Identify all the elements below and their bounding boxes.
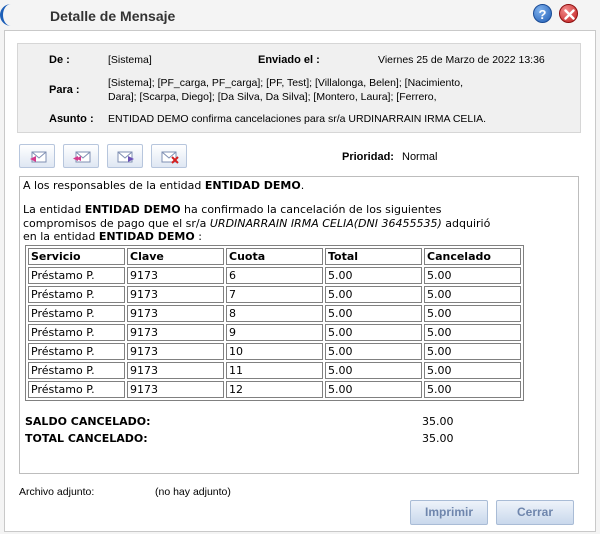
sent-label: Enviado el : [258, 54, 320, 66]
cell-cancelado: 5.00 [424, 343, 521, 360]
cell-cuota: 12 [226, 381, 323, 398]
table-row: Préstamo P. 9173 8 5.00 5.00 [28, 305, 521, 322]
cell-cuota: 11 [226, 362, 323, 379]
to-line-2: Dara]; [Scarpa, Diego]; [Da Silva, Da Si… [108, 91, 437, 103]
subject-label: Asunto : [49, 113, 94, 125]
cell-servicio: Préstamo P. [28, 267, 125, 284]
cell-clave: 9173 [127, 305, 224, 322]
cell-total: 5.00 [325, 362, 422, 379]
entity-name: ENTIDAD DEMO [84, 203, 181, 216]
cell-total: 5.00 [325, 381, 422, 398]
cell-cancelado: 5.00 [424, 362, 521, 379]
text-segment: . [300, 179, 305, 192]
reply-all-icon [73, 151, 91, 163]
priority-label: Prioridad: [342, 151, 394, 163]
entity-name: ENTIDAD DEMO [98, 230, 195, 243]
window-title: Detalle de Mensaje [50, 8, 176, 24]
cell-servicio: Préstamo P. [28, 305, 125, 322]
cell-cancelado: 5.00 [424, 267, 521, 284]
text-segment: compromisos de pago que el sr/a [23, 217, 210, 230]
entity-name: ENTIDAD DEMO [204, 179, 301, 192]
attachment-value: (no hay adjunto) [155, 486, 231, 498]
cell-cuota: 9 [226, 324, 323, 341]
cell-cuota: 8 [226, 305, 323, 322]
message-line-2: La entidad ENTIDAD DEMO ha confirmado la… [23, 203, 442, 216]
text-segment: ha confirmado la cancelación de los sigu… [180, 203, 442, 216]
cell-clave: 9173 [127, 286, 224, 303]
table-row: Préstamo P. 9173 10 5.00 5.00 [28, 343, 521, 360]
cell-cancelado: 5.00 [424, 286, 521, 303]
close-button[interactable]: Cerrar [496, 500, 574, 525]
col-header-cuota: Cuota [226, 248, 323, 265]
total-cancelado-label: TOTAL CANCELADO: [25, 432, 148, 445]
cell-cuota: 6 [226, 267, 323, 284]
forward-icon [117, 151, 134, 163]
cell-clave: 9173 [127, 324, 224, 341]
table-header-row: Servicio Clave Cuota Total Cancelado [28, 248, 521, 265]
col-header-clave: Clave [127, 248, 224, 265]
saldo-cancelado-label: SALDO CANCELADO: [25, 415, 151, 428]
message-line-4: en la entidad ENTIDAD DEMO : [23, 230, 202, 243]
cell-total: 5.00 [325, 286, 422, 303]
cell-clave: 9173 [127, 381, 224, 398]
to-line-1: [Sistema]; [PF_carga, PF_carga]; [PF, Te… [108, 77, 464, 89]
cell-servicio: Préstamo P. [28, 343, 125, 360]
cell-cuota: 10 [226, 343, 323, 360]
cancellations-table: Servicio Clave Cuota Total Cancelado Pré… [25, 245, 524, 401]
cell-clave: 9173 [127, 267, 224, 284]
app-logo-icon [0, 4, 11, 26]
cell-servicio: Préstamo P. [28, 286, 125, 303]
subject-value: ENTIDAD DEMO confirma cancelaciones para… [108, 113, 487, 125]
debtor-name: URDINARRAIN IRMA CELIA(DNI 36455535) [209, 217, 442, 230]
text-segment: en la entidad [23, 230, 99, 243]
attachment-label: Archivo adjunto: [19, 486, 95, 498]
close-icon[interactable] [559, 4, 578, 23]
to-label: Para : [49, 84, 80, 96]
cell-clave: 9173 [127, 362, 224, 379]
text-segment: adquirió [441, 217, 491, 230]
cell-total: 5.00 [325, 324, 422, 341]
message-line-3: compromisos de pago que el sr/a URDINARR… [23, 217, 490, 230]
table-row: Préstamo P. 9173 12 5.00 5.00 [28, 381, 521, 398]
cell-total: 5.00 [325, 343, 422, 360]
cell-cuota: 7 [226, 286, 323, 303]
cell-clave: 9173 [127, 343, 224, 360]
reply-button[interactable] [19, 144, 55, 168]
table-row: Préstamo P. 9173 11 5.00 5.00 [28, 362, 521, 379]
priority-value: Normal [402, 151, 438, 163]
delete-icon [161, 151, 179, 164]
text-segment: : [194, 230, 202, 243]
cell-servicio: Préstamo P. [28, 324, 125, 341]
cell-total: 5.00 [325, 267, 422, 284]
total-cancelado-value: 35.00 [422, 432, 454, 445]
message-header: De : [Sistema] Enviado el : Viernes 25 d… [17, 43, 581, 133]
cell-cancelado: 5.00 [424, 381, 521, 398]
text-segment: A los responsables de la entidad [23, 179, 205, 192]
reply-all-button[interactable] [63, 144, 99, 168]
title-bar: Detalle de Mensaje ? [0, 0, 600, 30]
table-row: Préstamo P. 9173 9 5.00 5.00 [28, 324, 521, 341]
table-row: Préstamo P. 9173 6 5.00 5.00 [28, 267, 521, 284]
message-line-1: A los responsables de la entidad ENTIDAD… [23, 179, 304, 192]
print-button[interactable]: Imprimir [410, 500, 488, 525]
saldo-cancelado-value: 35.00 [422, 415, 454, 428]
col-header-total: Total [325, 248, 422, 265]
table-row: Préstamo P. 9173 7 5.00 5.00 [28, 286, 521, 303]
col-header-cancelado: Cancelado [424, 248, 521, 265]
help-icon[interactable]: ? [533, 4, 552, 23]
sent-value: Viernes 25 de Marzo de 2022 13:36 [378, 54, 545, 66]
col-header-servicio: Servicio [28, 248, 125, 265]
cell-cancelado: 5.00 [424, 324, 521, 341]
from-value: [Sistema] [108, 54, 152, 66]
cell-servicio: Préstamo P. [28, 362, 125, 379]
cell-total: 5.00 [325, 305, 422, 322]
delete-button[interactable] [151, 144, 187, 168]
cell-cancelado: 5.00 [424, 305, 521, 322]
message-body: A los responsables de la entidad ENTIDAD… [19, 176, 579, 474]
forward-button[interactable] [107, 144, 143, 168]
reply-icon [30, 151, 47, 163]
text-segment: La entidad [23, 203, 85, 216]
from-label: De : [49, 54, 70, 66]
cell-servicio: Préstamo P. [28, 381, 125, 398]
